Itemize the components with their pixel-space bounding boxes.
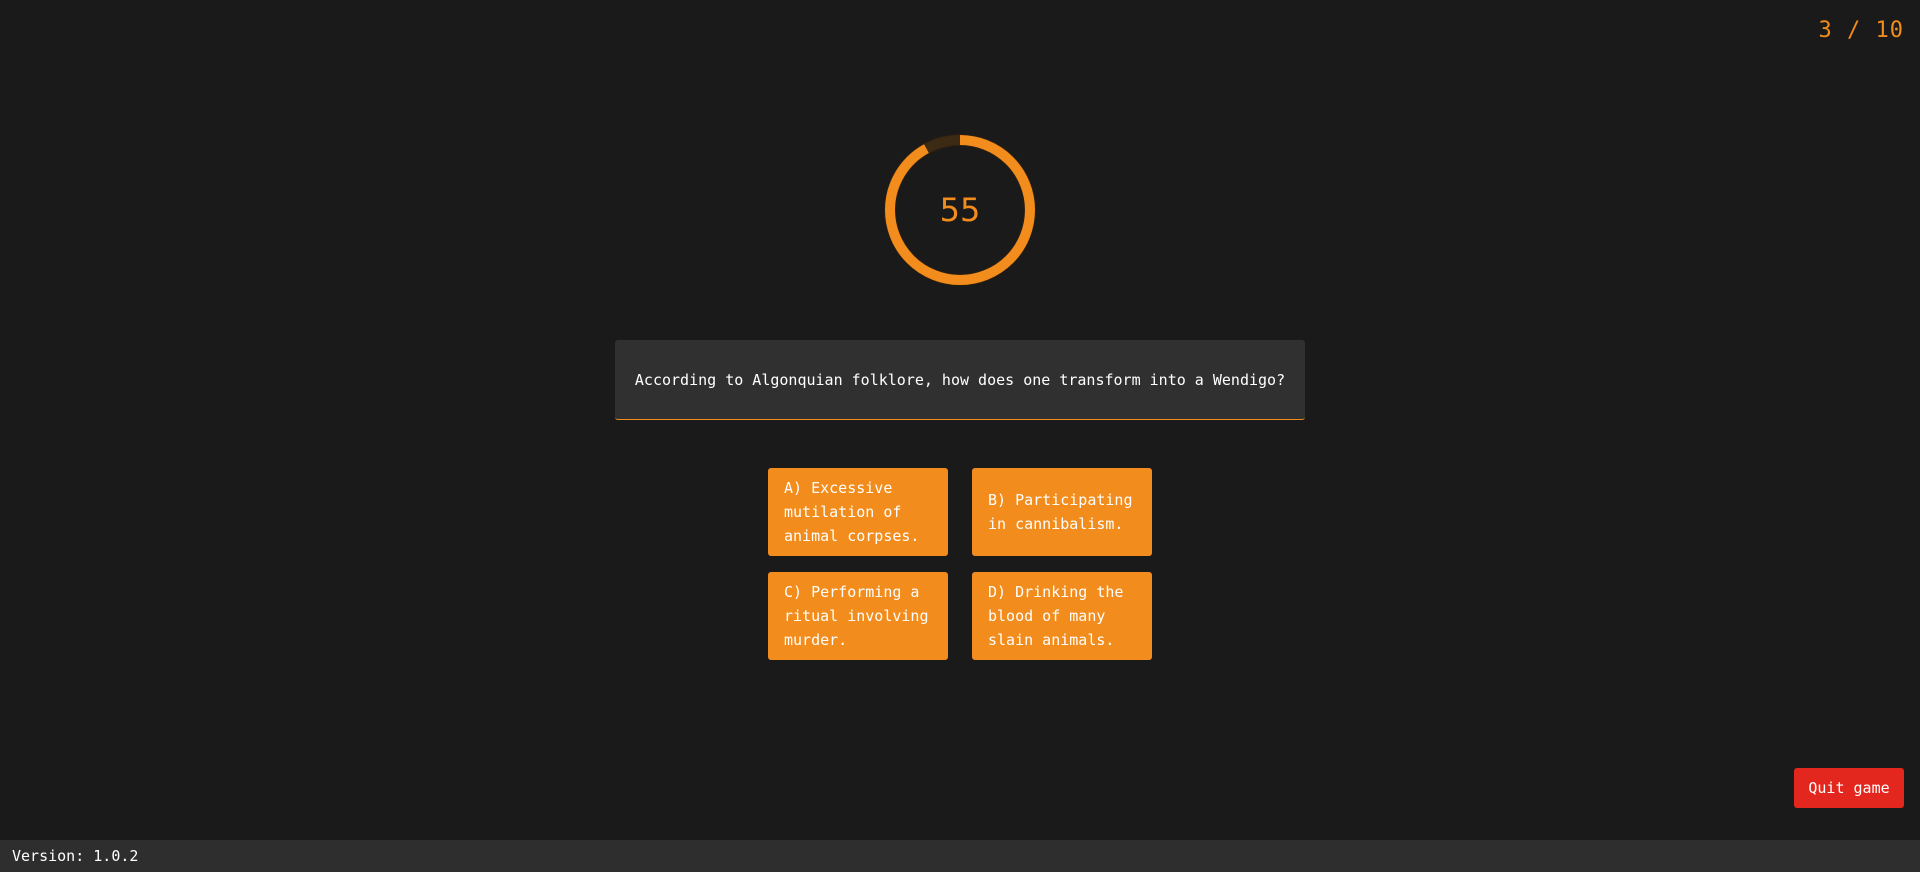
quiz-screen: 3 / 10 55 According to Algonquian folklo… [0, 0, 1920, 872]
answer-b-button[interactable]: B) Participating in cannibalism. [972, 468, 1152, 556]
answer-d-button[interactable]: D) Drinking the blood of many slain anim… [972, 572, 1152, 660]
answer-c-button[interactable]: C) Performing a ritual involving murder. [768, 572, 948, 660]
timer-value: 55 [939, 191, 981, 229]
version-label: Version: 1.0.2 [12, 847, 139, 865]
question-text: According to Algonquian folklore, how do… [634, 370, 1286, 389]
answer-grid: A) Excessive mutilation of animal corpse… [768, 468, 1152, 660]
answer-b-label: B) Participating in cannibalism. [988, 491, 1133, 533]
answer-d-label: D) Drinking the blood of many slain anim… [988, 583, 1124, 649]
question-progress: 3 / 10 [1818, 18, 1904, 43]
answer-c-label: C) Performing a ritual involving murder. [784, 583, 929, 649]
version-footer: Version: 1.0.2 [0, 840, 1920, 872]
quit-game-button[interactable]: Quit game [1794, 768, 1904, 808]
answer-a-label: A) Excessive mutilation of animal corpse… [784, 479, 920, 545]
quit-game-label: Quit game [1808, 779, 1890, 797]
countdown-timer: 55 [882, 132, 1038, 288]
question-box: According to Algonquian folklore, how do… [615, 340, 1305, 420]
answer-a-button[interactable]: A) Excessive mutilation of animal corpse… [768, 468, 948, 556]
